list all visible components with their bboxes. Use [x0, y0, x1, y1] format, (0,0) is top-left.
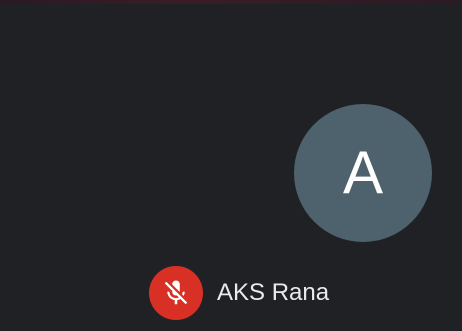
participant-name-bar: AKS Rana [149, 266, 329, 320]
participant-avatar: A [294, 104, 432, 242]
participant-name: AKS Rana [217, 279, 330, 306]
participant-video-tile[interactable]: A AKS Rana [0, 0, 462, 331]
muted-status-badge [149, 266, 203, 320]
mic-off-icon [164, 280, 188, 305]
top-edge-strip [0, 0, 462, 4]
